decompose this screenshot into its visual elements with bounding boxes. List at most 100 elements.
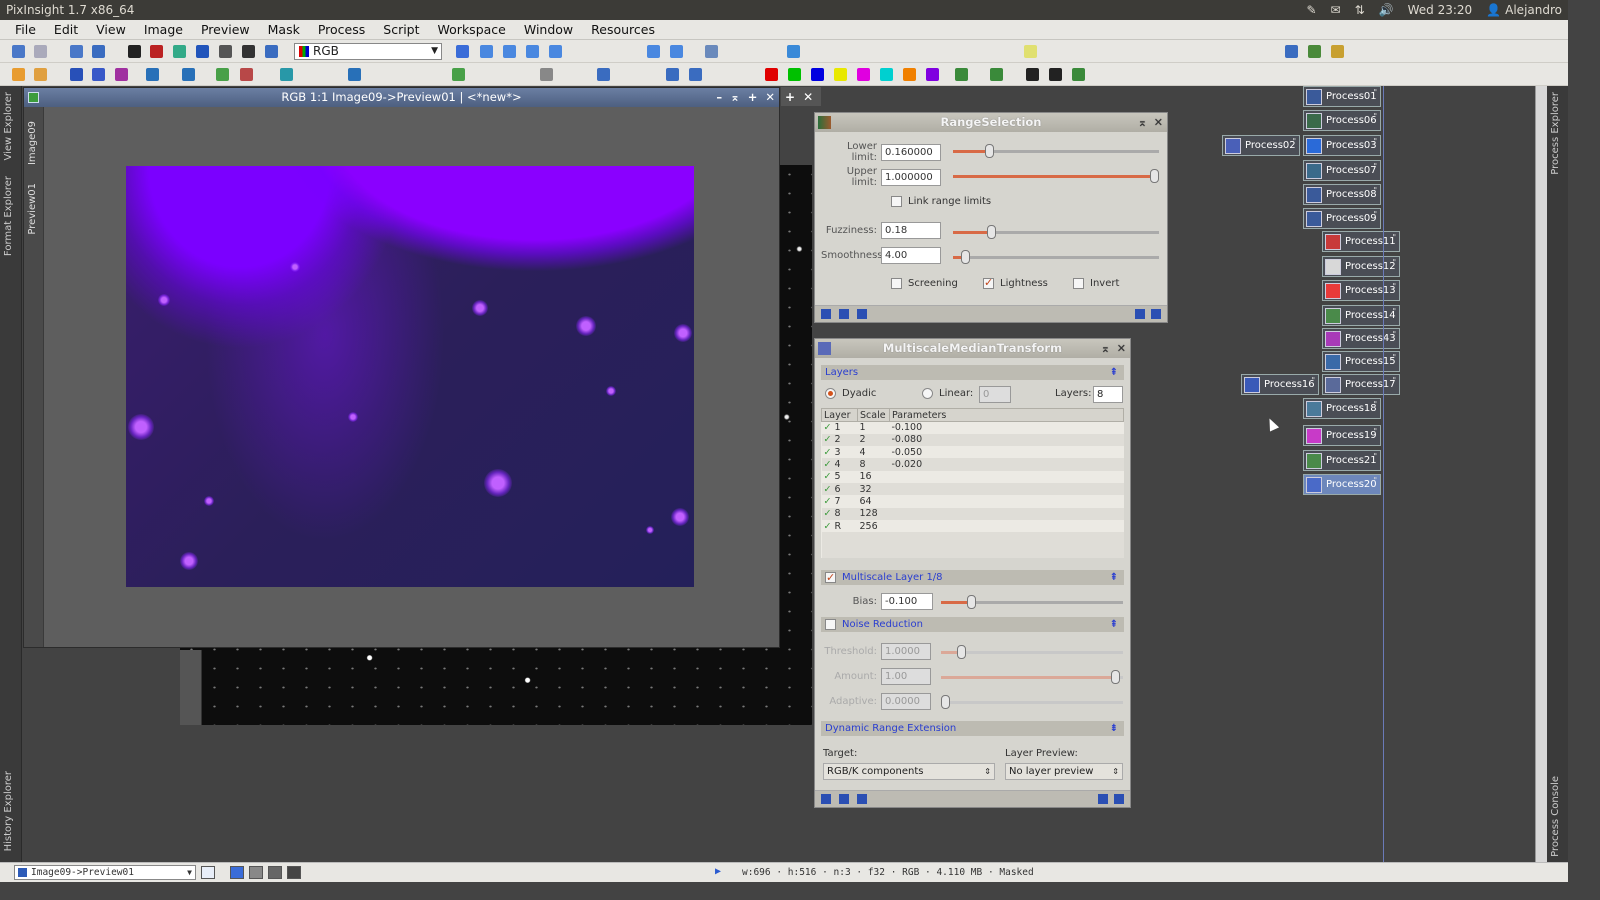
- process-icon-process01[interactable]: Process01 ": [1303, 86, 1381, 107]
- user-name[interactable]: Alejandro: [1505, 3, 1562, 17]
- menu-mask[interactable]: Mask: [259, 22, 309, 37]
- drag-handle[interactable]: ": [1373, 427, 1377, 436]
- range-selection-title-bar[interactable]: RangeSelection ⌅ ✕: [815, 113, 1167, 132]
- documentation-icon[interactable]: [1135, 309, 1145, 319]
- maximize-icon[interactable]: +: [785, 90, 795, 104]
- process-icon-process19[interactable]: Process19 ": [1303, 425, 1381, 446]
- upper-limit-knob[interactable]: [1150, 169, 1159, 183]
- close-icon[interactable]: ✕: [803, 90, 813, 104]
- fuzziness-slider[interactable]: [953, 225, 1159, 239]
- threshold-slider[interactable]: [941, 645, 1123, 659]
- view-selector[interactable]: Image09->Preview01 ▼: [14, 865, 196, 880]
- mirror-vertical-icon[interactable]: [689, 68, 702, 81]
- open-folder-icon[interactable]: [12, 68, 25, 81]
- volume-icon[interactable]: 🔊: [1379, 3, 1394, 17]
- drag-handle[interactable]: ": [1392, 307, 1396, 316]
- readout-icon[interactable]: [549, 45, 562, 58]
- drag-handle[interactable]: ": [1373, 400, 1377, 409]
- drag-handle[interactable]: ": [1373, 162, 1377, 171]
- linear-radio[interactable]: [922, 388, 933, 399]
- process-icon-process18[interactable]: Process18 ": [1303, 398, 1381, 419]
- lower-limit-knob[interactable]: [984, 144, 994, 158]
- drag-handle[interactable]: ": [1373, 88, 1377, 97]
- dre-section-header[interactable]: Dynamic Range Extension ⇟: [821, 721, 1124, 736]
- gray-icon[interactable]: [540, 68, 553, 81]
- color-green-icon[interactable]: [788, 68, 801, 81]
- process-icon-process15[interactable]: Process15 ": [1322, 351, 1400, 372]
- color-yellow-icon[interactable]: [834, 68, 847, 81]
- image-window[interactable]: RGB 1:1 Image09->Preview01 | <*new*> – ⌅…: [23, 87, 780, 648]
- menu-process[interactable]: Process: [309, 22, 374, 37]
- color-space-icon[interactable]: [265, 45, 278, 58]
- blue-channel-icon[interactable]: [196, 45, 209, 58]
- zoom-fit-width-icon[interactable]: [503, 45, 516, 58]
- explorer-icon[interactable]: [1331, 45, 1344, 58]
- noise-reduction-section-header[interactable]: Noise Reduction ⇞: [821, 617, 1124, 632]
- maximize-icon[interactable]: +: [748, 88, 758, 107]
- tab-history-explorer[interactable]: History Explorer: [3, 771, 14, 851]
- process-icon-process14[interactable]: Process14 ": [1322, 305, 1400, 326]
- process-icon-process06[interactable]: Process06 ": [1303, 110, 1381, 131]
- layers-count-input[interactable]: 8: [1093, 386, 1123, 403]
- zoom-fit-height-icon[interactable]: [526, 45, 539, 58]
- menu-script[interactable]: Script: [374, 22, 428, 37]
- undo-icon[interactable]: [12, 45, 25, 58]
- process-icon-process21[interactable]: Process21 ": [1303, 450, 1381, 471]
- table-row[interactable]: ✓ 8 128: [821, 507, 1124, 520]
- process-icon-process43[interactable]: Process43 ": [1322, 328, 1400, 349]
- drag-handle[interactable]: ": [1392, 282, 1396, 291]
- mail-icon[interactable]: ✉: [1331, 3, 1341, 17]
- collapse-icon[interactable]: ⇞: [1110, 570, 1118, 585]
- check-icon[interactable]: ✓: [824, 459, 832, 470]
- table-row[interactable]: ✓ 7 64: [822, 495, 1124, 507]
- background-window-controls[interactable]: [180, 650, 202, 725]
- drag-handle[interactable]: ": [1392, 258, 1396, 267]
- collapse-icon[interactable]: ⇞: [1110, 617, 1118, 632]
- gradient-icon[interactable]: [452, 68, 465, 81]
- menu-edit[interactable]: Edit: [45, 22, 87, 37]
- new-instance-icon[interactable]: [821, 309, 831, 319]
- menu-window[interactable]: Window: [515, 22, 582, 37]
- multiscale-layer-section-header[interactable]: Multiscale Layer 1/8 ⇞: [821, 570, 1124, 585]
- duplicate-icon[interactable]: [92, 45, 105, 58]
- threshold-input[interactable]: 1.0000: [881, 643, 931, 660]
- color-orange-icon[interactable]: [903, 68, 916, 81]
- fuzziness-knob[interactable]: [987, 225, 996, 239]
- process-icon[interactable]: [1308, 45, 1321, 58]
- display-mode3-icon[interactable]: [287, 866, 301, 879]
- expand-icon[interactable]: ⇟: [1110, 721, 1118, 736]
- lower-limit-slider[interactable]: [953, 144, 1159, 158]
- zoom-out-icon[interactable]: [670, 45, 683, 58]
- layers-icon[interactable]: [955, 68, 968, 81]
- zoom-in-icon[interactable]: [647, 45, 660, 58]
- target-select[interactable]: RGB/K components ⇕: [823, 763, 995, 780]
- color-space-select[interactable]: RGB ▼: [294, 43, 442, 60]
- noise-reduction-checkbox[interactable]: [825, 618, 836, 630]
- upper-limit-slider[interactable]: [953, 169, 1159, 183]
- display-mode-icon[interactable]: [249, 866, 263, 879]
- table-row[interactable]: ✓ 3 4 -0.050: [822, 446, 1124, 458]
- drag-handle[interactable]: ": [1373, 186, 1377, 195]
- layer-preview-select[interactable]: No layer preview ⇕: [1005, 763, 1123, 780]
- column-header-layer[interactable]: Layer: [821, 408, 858, 422]
- new-preview-icon[interactable]: [787, 45, 800, 58]
- redo-icon[interactable]: [34, 45, 47, 58]
- column-header-parameters[interactable]: Parameters: [889, 408, 1124, 422]
- drag-handle[interactable]: ": [1392, 330, 1396, 339]
- reset-icon[interactable]: [1114, 794, 1124, 804]
- fuzziness-input[interactable]: 0.18: [881, 222, 941, 239]
- edit-icon[interactable]: ✎: [1306, 3, 1316, 17]
- reset-icon[interactable]: [1151, 309, 1161, 319]
- check-icon[interactable]: ✓: [824, 484, 832, 495]
- red-channel-icon[interactable]: [150, 45, 163, 58]
- pan-mode-icon[interactable]: [456, 45, 469, 58]
- chrominance-icon[interactable]: [242, 45, 255, 58]
- process-icon-process12[interactable]: Process12 ": [1322, 256, 1400, 277]
- save-icon[interactable]: [34, 68, 47, 81]
- background-window-buttons[interactable]: + ✕: [781, 87, 821, 106]
- geometry-icon[interactable]: [216, 68, 229, 81]
- process-icon-process08[interactable]: Process08 ": [1303, 184, 1381, 205]
- invert-checkbox[interactable]: [1073, 278, 1084, 289]
- tile-windows-icon[interactable]: [1072, 68, 1085, 81]
- linear-input[interactable]: 0: [979, 386, 1011, 403]
